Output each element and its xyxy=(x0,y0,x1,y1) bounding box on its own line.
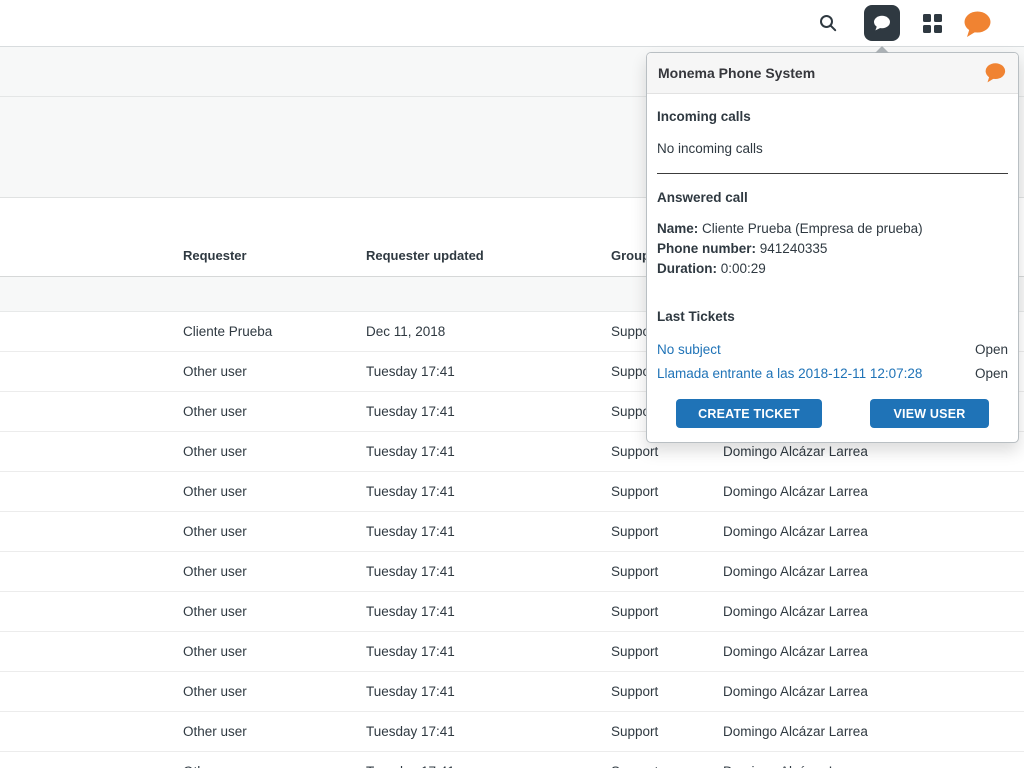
cell-group: Support xyxy=(611,444,723,459)
cell-updated: Tuesday 17:41 xyxy=(366,684,611,699)
monema-notification-button[interactable] xyxy=(960,8,994,40)
popup-actions: CREATE TICKET VIEW USER xyxy=(657,399,1008,428)
answered-duration-line: Duration: 0:00:29 xyxy=(657,259,1008,279)
cell-assignee: Domingo Alcázar Larrea xyxy=(723,724,1024,739)
cell-assignee: Domingo Alcázar Larrea xyxy=(723,764,1024,768)
answered-name-line: Name: Cliente Prueba (Empresa de prueba) xyxy=(657,219,1008,239)
cell-group: Support xyxy=(611,524,723,539)
ticket-item: No subject Open xyxy=(657,338,1008,362)
monema-bubble-icon xyxy=(983,62,1007,84)
cell-updated: Tuesday 17:41 xyxy=(366,644,611,659)
cell-updated: Tuesday 17:41 xyxy=(366,444,611,459)
cell-assignee: Domingo Alcázar Larrea xyxy=(723,644,1024,659)
cell-assignee: Domingo Alcázar Larrea xyxy=(723,484,1024,499)
cell-assignee: Domingo Alcázar Larrea xyxy=(723,444,1024,459)
cell-requester: Other user xyxy=(183,564,366,579)
ticket-list: No subject Open Llamada entrante a las 201… xyxy=(657,338,1008,386)
ticket-link[interactable]: Llamada entrante a las 2018-12-11 12:07:… xyxy=(657,362,922,386)
cell-updated: Tuesday 17:41 xyxy=(366,484,611,499)
cell-updated: Tuesday 17:41 xyxy=(366,364,611,379)
cell-group: Support xyxy=(611,684,723,699)
cell-requester: Other user xyxy=(183,364,366,379)
column-header-requester-updated[interactable]: Requester updated xyxy=(366,248,611,276)
cell-assignee: Domingo Alcázar Larrea xyxy=(723,684,1024,699)
cell-requester: Other user xyxy=(183,644,366,659)
answered-call-details: Name: Cliente Prueba (Empresa de prueba)… xyxy=(657,219,1008,279)
cell-group: Support xyxy=(611,644,723,659)
apps-grid-icon xyxy=(923,14,942,33)
search-button[interactable] xyxy=(814,9,842,37)
cell-requester: Cliente Prueba xyxy=(183,324,366,339)
incoming-calls-heading: Incoming calls xyxy=(657,109,1008,124)
ticket-status: Open xyxy=(975,362,1008,386)
column-header-requester[interactable]: Requester xyxy=(183,248,366,276)
no-incoming-calls-text: No incoming calls xyxy=(657,141,1008,156)
table-row[interactable]: Other userTuesday 17:41SupportDomingo Al… xyxy=(0,752,1024,768)
cell-requester: Other user xyxy=(183,444,366,459)
cell-group: Support xyxy=(611,484,723,499)
cell-group: Support xyxy=(611,724,723,739)
table-row[interactable]: Other userTuesday 17:41SupportDomingo Al… xyxy=(0,512,1024,552)
monema-phone-system-panel: Monema Phone System Incoming calls No in… xyxy=(646,52,1019,443)
view-user-button[interactable]: VIEW USER xyxy=(870,399,989,428)
cell-updated: Dec 11, 2018 xyxy=(366,324,611,339)
ticket-item: Llamada entrante a las 2018-12-11 12:07:… xyxy=(657,362,1008,386)
cell-group: Support xyxy=(611,764,723,768)
cell-requester: Other user xyxy=(183,724,366,739)
duration-label: Duration: xyxy=(657,261,717,276)
monema-app-toolbar-button[interactable] xyxy=(864,5,900,41)
chat-bubble-icon xyxy=(872,15,892,32)
cell-assignee: Domingo Alcázar Larrea xyxy=(723,524,1024,539)
popup-title: Monema Phone System xyxy=(658,65,815,81)
table-row[interactable]: Other userTuesday 17:41SupportDomingo Al… xyxy=(0,552,1024,592)
apps-button[interactable] xyxy=(920,11,944,35)
ticket-status: Open xyxy=(975,338,1008,362)
popup-arrow xyxy=(875,46,889,53)
phone-number-value: 941240335 xyxy=(760,241,828,256)
duration-value: 0:00:29 xyxy=(721,261,766,276)
cell-requester: Other user xyxy=(183,604,366,619)
name-value: Cliente Prueba (Empresa de prueba) xyxy=(702,221,923,236)
cell-requester: Other user xyxy=(183,404,366,419)
cell-requester: Other user xyxy=(183,684,366,699)
cell-requester: Other user xyxy=(183,524,366,539)
ticket-link[interactable]: No subject xyxy=(657,338,721,362)
cell-assignee: Domingo Alcázar Larrea xyxy=(723,564,1024,579)
table-row[interactable]: Other userTuesday 17:41SupportDomingo Al… xyxy=(0,712,1024,752)
popup-body: Incoming calls No incoming calls Answere… xyxy=(647,109,1018,440)
create-ticket-button[interactable]: CREATE TICKET xyxy=(676,399,822,428)
table-row[interactable]: Other userTuesday 17:41SupportDomingo Al… xyxy=(0,472,1024,512)
section-divider xyxy=(657,173,1008,174)
cell-updated: Tuesday 17:41 xyxy=(366,724,611,739)
cell-group: Support xyxy=(611,564,723,579)
name-label: Name: xyxy=(657,221,698,236)
cell-requester: Other user xyxy=(183,764,366,768)
last-tickets-heading: Last Tickets xyxy=(657,309,1008,324)
header-spacer xyxy=(0,263,183,276)
top-navigation-bar xyxy=(0,0,1024,47)
cell-updated: Tuesday 17:41 xyxy=(366,764,611,768)
search-icon xyxy=(817,12,839,34)
answered-call-heading: Answered call xyxy=(657,190,1008,205)
cell-updated: Tuesday 17:41 xyxy=(366,564,611,579)
popup-header: Monema Phone System xyxy=(647,53,1018,94)
cell-assignee: Domingo Alcázar Larrea xyxy=(723,604,1024,619)
phone-number-label: Phone number: xyxy=(657,241,756,256)
cell-updated: Tuesday 17:41 xyxy=(366,524,611,539)
answered-phone-line: Phone number: 941240335 xyxy=(657,239,1008,259)
table-row[interactable]: Other userTuesday 17:41SupportDomingo Al… xyxy=(0,592,1024,632)
cell-updated: Tuesday 17:41 xyxy=(366,404,611,419)
cell-requester: Other user xyxy=(183,484,366,499)
table-row[interactable]: Other userTuesday 17:41SupportDomingo Al… xyxy=(0,632,1024,672)
table-row[interactable]: Other userTuesday 17:41SupportDomingo Al… xyxy=(0,672,1024,712)
cell-group: Support xyxy=(611,604,723,619)
monema-bubble-icon xyxy=(961,10,993,39)
cell-updated: Tuesday 17:41 xyxy=(366,604,611,619)
